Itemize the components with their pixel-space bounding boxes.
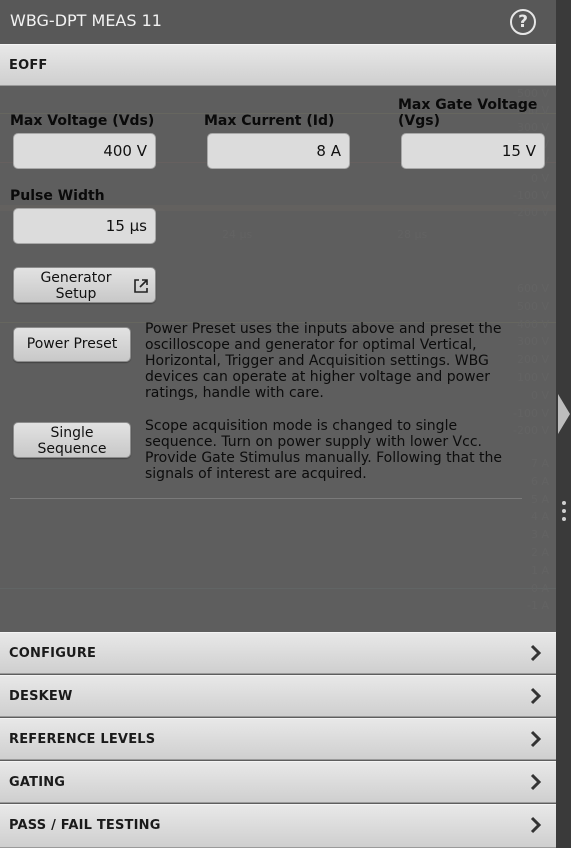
max-voltage-field[interactable]: 400 V: [13, 133, 156, 169]
grip-dot: [562, 509, 566, 513]
pulse-width-field[interactable]: 15 µs: [13, 208, 156, 244]
section-eoff[interactable]: EOFF: [0, 44, 556, 86]
single-sequence-description: Scope acquisition mode is changed to sin…: [145, 418, 502, 482]
section-eoff-label: EOFF: [9, 58, 48, 73]
max-gate-voltage-field[interactable]: 15 V: [401, 133, 545, 169]
max-current-field[interactable]: 8 A: [207, 133, 350, 169]
section-pass-fail-testing[interactable]: PASS / FAIL TESTING: [0, 804, 556, 848]
section-deskew-label: DESKEW: [9, 689, 73, 704]
section-gating[interactable]: GATING: [0, 761, 556, 803]
chevron-right-icon: [530, 644, 542, 662]
section-configure[interactable]: CONFIGURE: [0, 632, 556, 674]
generator-setup-label: Generator Setup: [40, 270, 112, 302]
external-link-icon: [134, 279, 148, 293]
chevron-right-icon[interactable]: [556, 394, 571, 434]
section-reference-levels-label: REFERENCE LEVELS: [9, 732, 156, 747]
section-gating-label: GATING: [9, 775, 66, 790]
generator-setup-button[interactable]: Generator Setup: [13, 267, 156, 303]
single-sequence-label: Single Sequence: [37, 425, 107, 457]
section-configure-label: CONFIGURE: [9, 646, 97, 661]
chevron-right-icon: [530, 687, 542, 705]
grip-dot: [562, 517, 566, 521]
divider: [10, 498, 522, 499]
section-reference-levels[interactable]: REFERENCE LEVELS: [0, 718, 556, 760]
max-gate-voltage-label: Max Gate Voltage (Vgs): [398, 97, 538, 129]
pulse-width-label: Pulse Width: [10, 188, 105, 204]
window-title: WBG-DPT MEAS 11: [10, 11, 162, 30]
power-preset-button[interactable]: Power Preset: [13, 327, 131, 362]
chevron-right-icon: [530, 773, 542, 791]
chevron-right-icon: [530, 730, 542, 748]
grip-dot: [562, 501, 566, 505]
section-deskew[interactable]: DESKEW: [0, 675, 556, 717]
section-pass-fail-testing-label: PASS / FAIL TESTING: [9, 818, 161, 833]
measurement-panel: WBG-DPT MEAS 11 ? EOFF Max Voltage (Vds)…: [0, 0, 556, 848]
help-icon[interactable]: ?: [510, 9, 536, 35]
title-bar: WBG-DPT MEAS 11 ?: [0, 0, 556, 44]
max-voltage-label: Max Voltage (Vds): [10, 113, 155, 129]
single-sequence-button[interactable]: Single Sequence: [13, 422, 131, 458]
chevron-right-icon: [530, 816, 542, 834]
power-preset-description: Power Preset uses the inputs above and p…: [145, 321, 502, 401]
max-current-label: Max Current (Id): [204, 113, 335, 129]
